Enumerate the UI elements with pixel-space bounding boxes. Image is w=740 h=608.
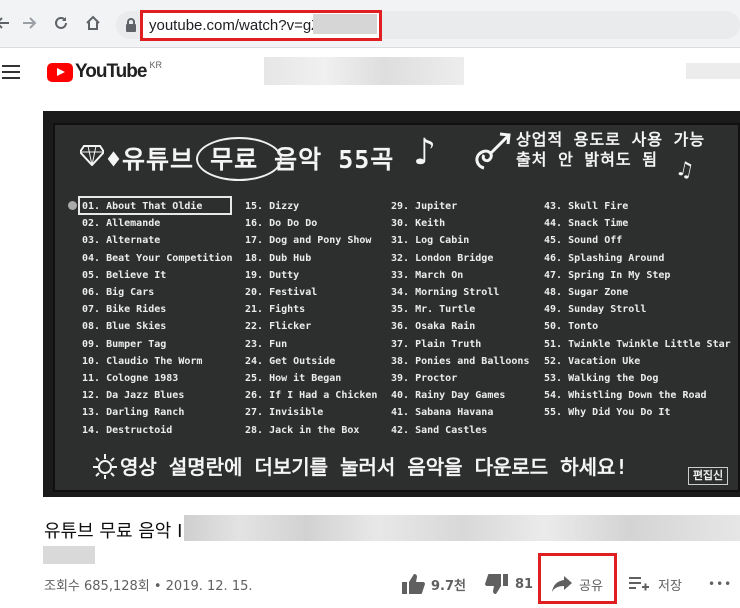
song-item: 15. Dizzy: [245, 201, 300, 212]
song-item: 05. Believe It: [82, 269, 167, 281]
swirl-arrow-icon: [475, 132, 511, 170]
hamburger-menu-icon[interactable]: [2, 65, 20, 79]
song-item: 20. Festival: [245, 287, 318, 298]
song-item: 08. Blue Skies: [82, 321, 167, 333]
song-item: 53. Walking the Dog: [544, 373, 659, 384]
song-item: 21. Fights: [245, 304, 306, 316]
song-item: 28. Jack in the Box: [245, 424, 360, 436]
music-note-icon: ♪: [413, 132, 436, 173]
sparkle-icon: [93, 454, 117, 479]
song-bullet: [68, 201, 77, 210]
song-item: 49. Sunday Stroll: [544, 304, 647, 316]
song-item: 34. Morning Stroll: [391, 287, 500, 298]
dislike-count: 81: [515, 576, 534, 592]
more-icon: •••: [708, 577, 733, 591]
logo-region: KR: [149, 60, 162, 70]
song-item: 04. Beat Your Competition: [82, 252, 233, 264]
editor-badge: 편집신: [688, 467, 728, 485]
reload-icon[interactable]: [48, 10, 74, 36]
thumbs-up-icon: [402, 574, 425, 594]
song-item: 40. Rainy Day Games: [391, 390, 506, 402]
song-item: 19. Dutty: [245, 269, 300, 281]
song-item: 10. Claudio The Worm: [82, 355, 203, 367]
song-item: 44. Snack Time: [544, 218, 629, 230]
song-item: 33. March On: [391, 269, 464, 281]
song-item: 30. Keith: [391, 218, 446, 230]
save-button[interactable]: 저장: [628, 570, 682, 598]
song-item: 51. Twinkle Twinkle Little Star: [544, 338, 731, 350]
song-item: 55. Why Did You Do It: [544, 407, 671, 419]
logo-wordmark: YouTube: [75, 61, 147, 82]
url-redaction: [313, 14, 377, 34]
views-date: 조회수 685,128회 • 2019. 12. 15.: [44, 579, 253, 594]
song-item: 50. Tonto: [544, 321, 599, 333]
song-item: 13. Darling Ranch: [82, 407, 185, 419]
song-item: 36. Osaka Rain: [391, 321, 476, 333]
song-item: 17. Dog and Pony Show: [245, 235, 372, 247]
song-item: 14. Destructoid: [82, 424, 173, 436]
song-item: 42. Sand Castles: [391, 424, 488, 436]
song-item: 46. Splashing Around: [544, 252, 665, 264]
playlist-add-icon: [629, 577, 649, 591]
song-item: 32. London Bridge: [391, 252, 494, 264]
song-item: 18. Dub Hub: [245, 252, 312, 264]
header-right-redacted: [686, 63, 740, 79]
song-item: 41. Sabana Havana: [391, 407, 494, 419]
save-label: 저장: [658, 578, 682, 594]
song-item: 26. If I Had a Chicken: [245, 390, 378, 402]
url-text: youtube.com/watch?v=gZ: [149, 17, 321, 34]
song-item: 52. Vacation Uke: [544, 355, 641, 367]
song-item: 39. Proctor: [391, 373, 458, 384]
song-item: 35. Mr. Turtle: [391, 304, 476, 316]
song-item: 11. Cologne 1983: [82, 373, 179, 384]
more-actions-button[interactable]: •••: [708, 570, 732, 598]
song-item: 02. Allemande: [82, 218, 161, 230]
song-item: 29. Jupiter: [391, 201, 458, 212]
title-redaction: [184, 515, 740, 541]
song-item: 31. Log Cabin: [391, 235, 470, 247]
hashtag-redaction: [43, 546, 95, 564]
circle-highlight: [196, 137, 282, 181]
song-item: 24. Get Outside: [245, 355, 336, 367]
commercial-line1: 상업적 용도로 사용 가능: [516, 130, 706, 149]
song-item: 23. Fun: [245, 338, 288, 350]
song-item: 27. Invisible: [245, 407, 324, 419]
song-item: 01. About That Oldie: [82, 201, 203, 212]
dislike-button[interactable]: 81: [485, 570, 533, 598]
back-arrow-icon[interactable]: [0, 10, 16, 36]
download-instruction: 영상 설명란에 더보기를 눌러서 음악을 다운로드 하세요!: [120, 455, 628, 479]
youtube-logo[interactable]: YouTube KR: [47, 60, 162, 83]
song-item: 45. Sound Off: [544, 235, 623, 247]
song-item: 43. Skull Fire: [544, 201, 629, 212]
song-item: 03. Alternate: [82, 235, 161, 247]
song-item: 38. Ponies and Balloons: [391, 355, 530, 367]
thumbs-down-icon: [485, 574, 508, 594]
song-item: 07. Bike Rides: [82, 304, 167, 316]
lock-icon[interactable]: [124, 17, 138, 33]
song-item: 22. Flicker: [245, 321, 312, 333]
song-item: 47. Spring In My Step: [544, 269, 671, 281]
song-item: 16. Do Do Do: [245, 218, 318, 230]
play-logo-icon: [47, 62, 73, 82]
song-item: 09. Bumper Tag: [82, 338, 167, 350]
forward-arrow-icon[interactable]: [16, 10, 42, 36]
song-item: 25. How it Began: [245, 373, 342, 384]
song-item: 48. Sugar Zone: [544, 287, 629, 298]
share-highlight-box: [538, 553, 617, 604]
diamond-icon: [80, 145, 104, 166]
search-bar-redacted[interactable]: [264, 57, 464, 85]
song-item: 37. Plain Truth: [391, 338, 482, 350]
like-count: 9.7천: [431, 578, 466, 594]
video-title: 유튜브 무료 음악 I: [44, 521, 183, 542]
song-item: 12. Da Jazz Blues: [82, 390, 185, 402]
home-icon[interactable]: [80, 10, 106, 36]
song-item: 54. Whistling Down the Road: [544, 390, 707, 402]
like-button[interactable]: 9.7천: [401, 570, 466, 598]
song-item: 06. Big Cars: [82, 287, 155, 298]
